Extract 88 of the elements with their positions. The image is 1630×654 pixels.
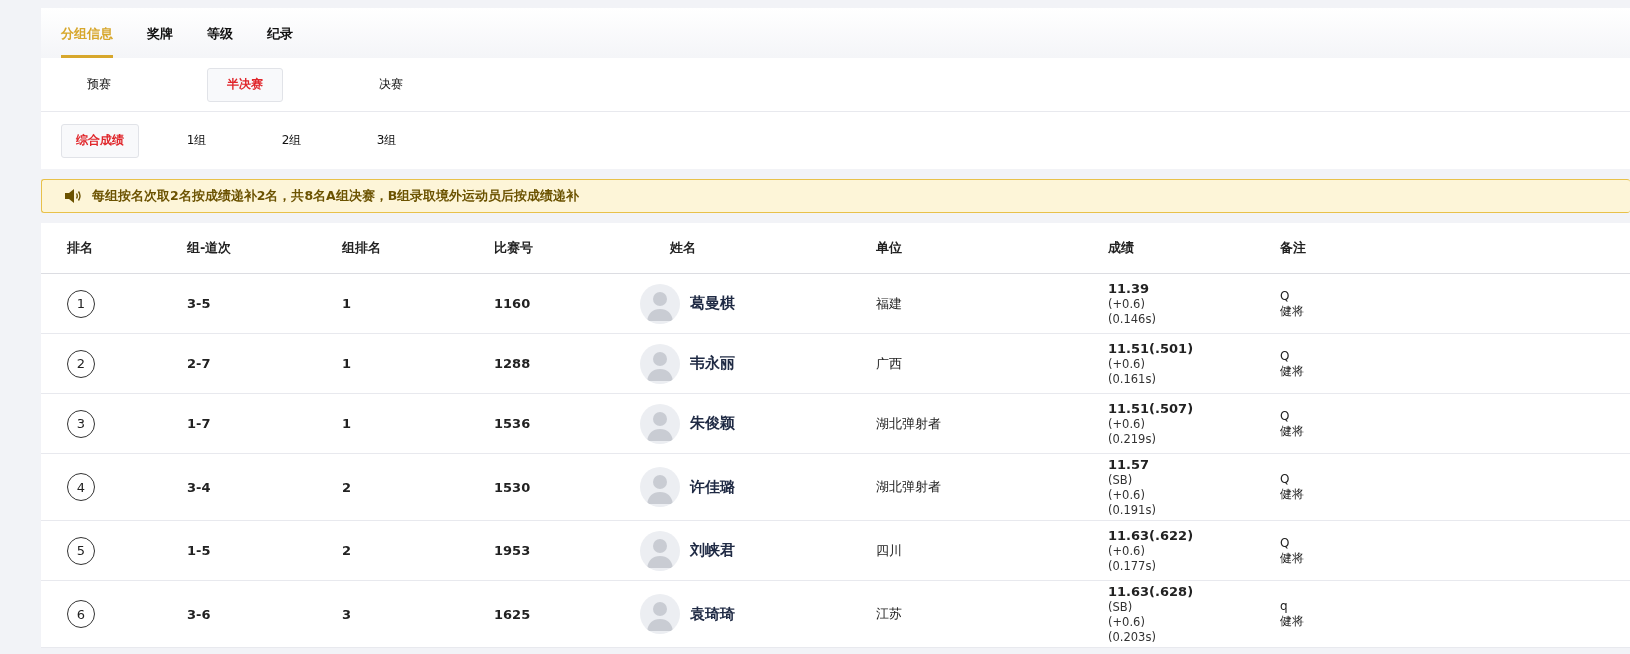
remark-text: q (1280, 599, 1289, 614)
remark-text: Q (1280, 288, 1291, 304)
result-time: 11.63(.628) (1108, 583, 1195, 600)
result-note: (+0.6) (1108, 297, 1146, 312)
table-cell-text: 2 (342, 479, 353, 495)
table-cell-text: 1530 (494, 479, 532, 495)
result-time: 11.51(.501) (1108, 340, 1195, 357)
table-cell-text: 1 (342, 356, 353, 371)
table-cell-text: 1288 (494, 356, 532, 371)
table-cell-text: 江苏 (876, 605, 903, 623)
athlete-name: 葛曼棋 (690, 294, 735, 313)
remark-text: Q (1280, 348, 1291, 364)
group-tab[interactable]: 2组 (254, 123, 329, 158)
athlete-name: 许佳璐 (690, 477, 735, 497)
tab[interactable]: 等级 (207, 22, 233, 58)
result-note: (0.177s) (1108, 559, 1157, 574)
table-cell-text: 2-7 (187, 356, 212, 371)
table-cell-text: 3-6 (187, 606, 212, 622)
avatar-placeholder (640, 283, 680, 324)
table-cell-text: 3 (342, 606, 353, 622)
column-header: 姓名 (669, 239, 697, 257)
result-time: 11.57 (1108, 456, 1151, 473)
table-cell-text: 1-5 (187, 543, 212, 558)
result-note: (+0.6) (1108, 417, 1146, 432)
athlete-name: 袁琦琦 (690, 604, 735, 624)
remark-text: 健将 (1280, 550, 1305, 566)
remark-text: 健将 (1280, 423, 1305, 439)
table-cell-text: 1 (342, 296, 353, 311)
table-cell-text: 福建 (876, 294, 903, 313)
result-note: (0.203s) (1108, 630, 1157, 645)
remark-text: Q (1280, 472, 1291, 487)
avatar-placeholder (640, 467, 680, 507)
tab[interactable]: 纪录 (267, 22, 293, 58)
table-cell-text: 1953 (494, 543, 532, 558)
result-time: 11.39 (1108, 280, 1151, 297)
table-cell-text: 3-4 (187, 479, 212, 495)
remark-text: Q (1280, 535, 1291, 551)
tab[interactable]: 奖牌 (147, 22, 173, 58)
table-cell-text: 1-7 (187, 416, 212, 431)
group-tab[interactable]: 3组 (349, 123, 424, 158)
speaker-icon (64, 188, 82, 204)
round-tab[interactable]: 预赛 (61, 67, 137, 102)
column-header: 备注 (1280, 239, 1307, 257)
table-cell-text: 湖北弹射者 (876, 414, 942, 433)
table-cell-text: 1 (342, 416, 353, 431)
avatar-placeholder (640, 403, 680, 444)
athlete-name: 朱俊颖 (690, 414, 735, 433)
table-cell-text: 广西 (876, 354, 903, 373)
remark-text: 健将 (1280, 487, 1305, 502)
result-note: (0.146s) (1108, 312, 1157, 327)
column-header: 单位 (876, 239, 903, 257)
remark-text: 健将 (1280, 614, 1305, 629)
result-note: (0.161s) (1108, 372, 1157, 387)
result-note: (0.191s) (1108, 503, 1157, 518)
result-note: (+0.6) (1108, 488, 1146, 503)
athlete-name: 刘峡君 (690, 541, 735, 560)
column-header: 组-道次 (187, 239, 233, 257)
table-cell-text: 2 (342, 543, 353, 558)
athlete-name: 韦永丽 (690, 354, 735, 373)
table-cell-text: 1536 (494, 416, 532, 431)
remark-text: 健将 (1280, 363, 1305, 379)
column-header: 比赛号 (494, 239, 534, 257)
result-note: (SB) (1108, 600, 1134, 615)
table-cell-text: 1625 (494, 606, 532, 622)
group-tab[interactable]: 1组 (159, 123, 234, 158)
result-time: 11.51(.507) (1108, 400, 1195, 417)
round-tab[interactable]: 决赛 (353, 67, 429, 102)
result-time: 11.63(.622) (1108, 527, 1195, 544)
result-note: (+0.6) (1108, 615, 1146, 630)
avatar-placeholder (640, 594, 680, 634)
result-note: (+0.6) (1108, 544, 1146, 559)
table-cell-text: 1160 (494, 296, 532, 311)
column-header: 排名 (67, 239, 94, 257)
group-tab[interactable]: 综合成绩 (61, 123, 139, 158)
table-cell-text: 四川 (876, 541, 903, 560)
table-cell-text: 3-5 (187, 296, 212, 311)
avatar-placeholder (640, 530, 680, 571)
column-header: 成绩 (1108, 239, 1135, 257)
result-note: (SB) (1108, 473, 1134, 488)
remark-text: Q (1280, 408, 1291, 424)
notice-text: 每组按名次取2名按成绩递补2名，共8名A组决赛，B组录取境外运动员后按成绩递补 (92, 187, 580, 205)
remark-text: 健将 (1280, 303, 1305, 319)
column-header: 组排名 (342, 239, 382, 257)
table-cell-text: 湖北弹射者 (876, 478, 942, 496)
round-tab[interactable]: 半决赛 (207, 67, 283, 102)
result-note: (+0.6) (1108, 357, 1146, 372)
avatar-placeholder (640, 343, 680, 384)
result-note: (0.219s) (1108, 432, 1157, 447)
